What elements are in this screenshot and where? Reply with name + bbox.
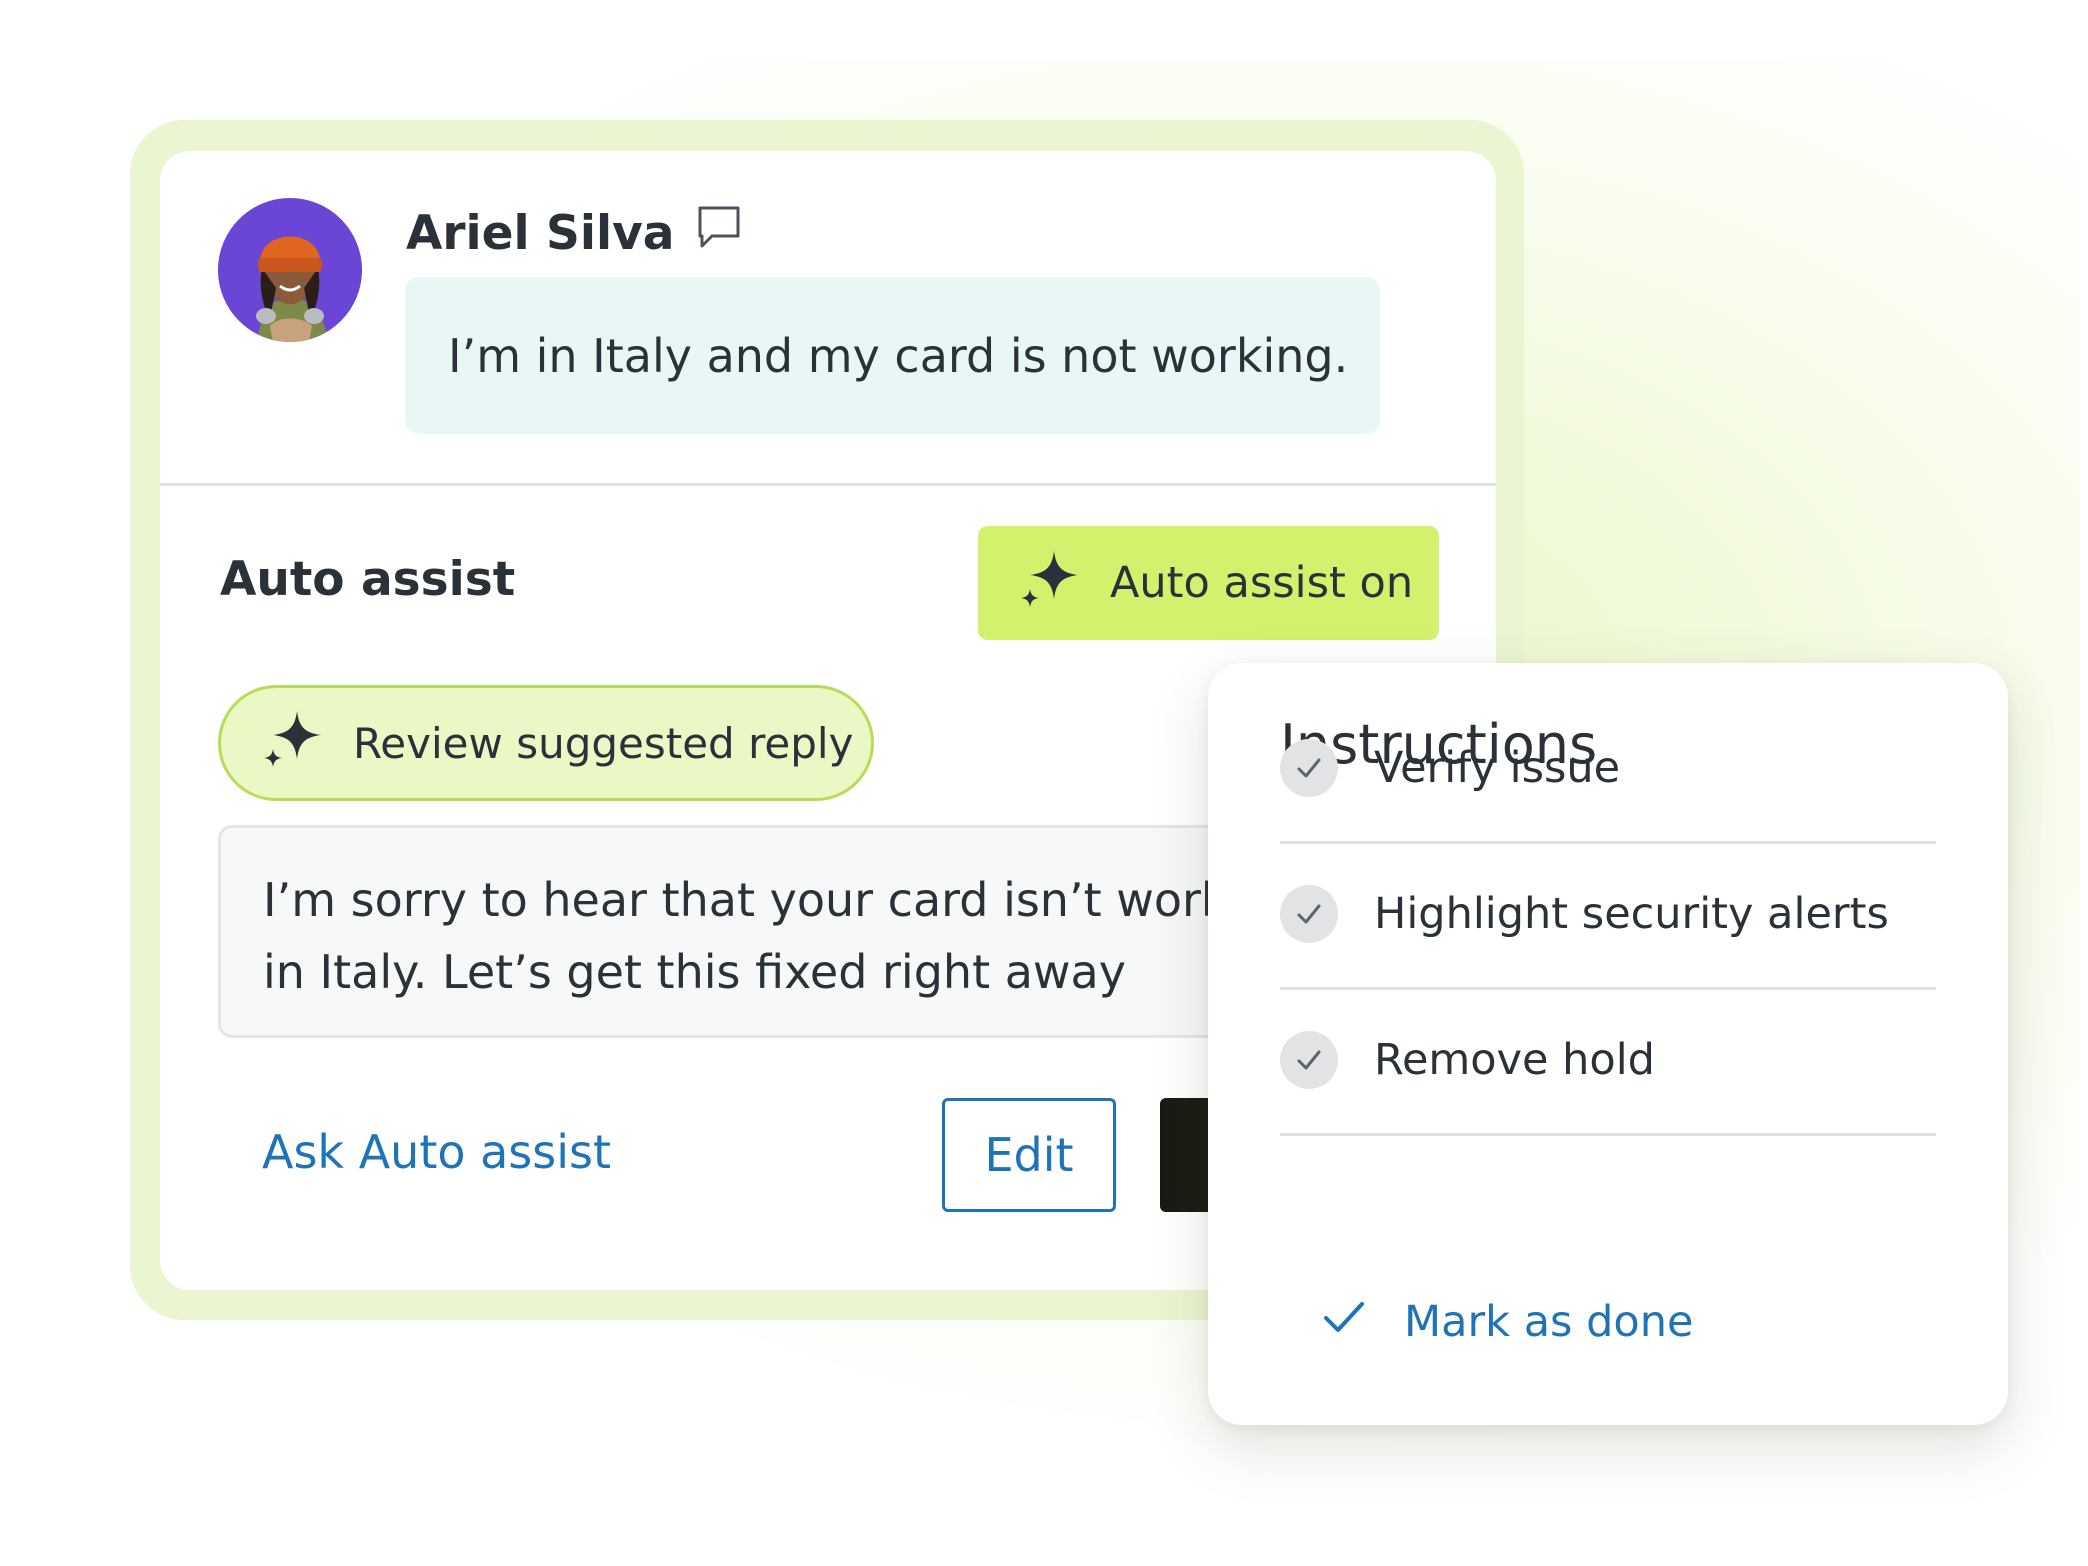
review-label: Review suggested reply bbox=[353, 718, 854, 768]
check-icon bbox=[1280, 1031, 1338, 1089]
chat-bubble-icon bbox=[696, 204, 742, 262]
instruction-item[interactable]: Verify issue bbox=[1280, 695, 1936, 844]
ask-auto-assist-link[interactable]: Ask Auto assist bbox=[262, 1125, 611, 1179]
sender-header: Ariel Silva bbox=[406, 198, 742, 268]
edit-button[interactable]: Edit bbox=[942, 1098, 1116, 1212]
message-text: I’m in Italy and my card is not working. bbox=[448, 328, 1349, 383]
avatar bbox=[218, 198, 362, 342]
checkmark-icon bbox=[1320, 1293, 1368, 1352]
sparkle-icon bbox=[263, 707, 325, 779]
mark-as-done-label: Mark as done bbox=[1404, 1297, 1694, 1347]
auto-assist-toggle[interactable]: Auto assist on bbox=[978, 526, 1439, 640]
divider bbox=[160, 483, 1496, 486]
instructions-panel: Instructions Verify issue Highlight secur… bbox=[1208, 663, 2008, 1425]
instruction-label: Verify issue bbox=[1374, 743, 1621, 793]
instruction-item[interactable]: Highlight security alerts bbox=[1280, 841, 1936, 990]
sender-name: Ariel Silva bbox=[406, 205, 675, 261]
review-suggested-reply-badge: Review suggested reply bbox=[218, 685, 874, 801]
customer-message: I’m in Italy and my card is not working. bbox=[405, 277, 1380, 434]
sparkle-icon bbox=[1020, 547, 1082, 620]
check-icon bbox=[1280, 885, 1338, 943]
mark-as-done-button[interactable]: Mark as done bbox=[1320, 1287, 1693, 1357]
auto-assist-title: Auto assist bbox=[220, 552, 516, 607]
check-icon bbox=[1280, 739, 1338, 797]
instruction-item[interactable]: Remove hold bbox=[1280, 987, 1936, 1136]
edit-button-label: Edit bbox=[984, 1128, 1074, 1182]
auto-assist-toggle-label: Auto assist on bbox=[1110, 558, 1414, 608]
instruction-label: Remove hold bbox=[1374, 1035, 1655, 1085]
instruction-label: Highlight security alerts bbox=[1374, 889, 1889, 939]
